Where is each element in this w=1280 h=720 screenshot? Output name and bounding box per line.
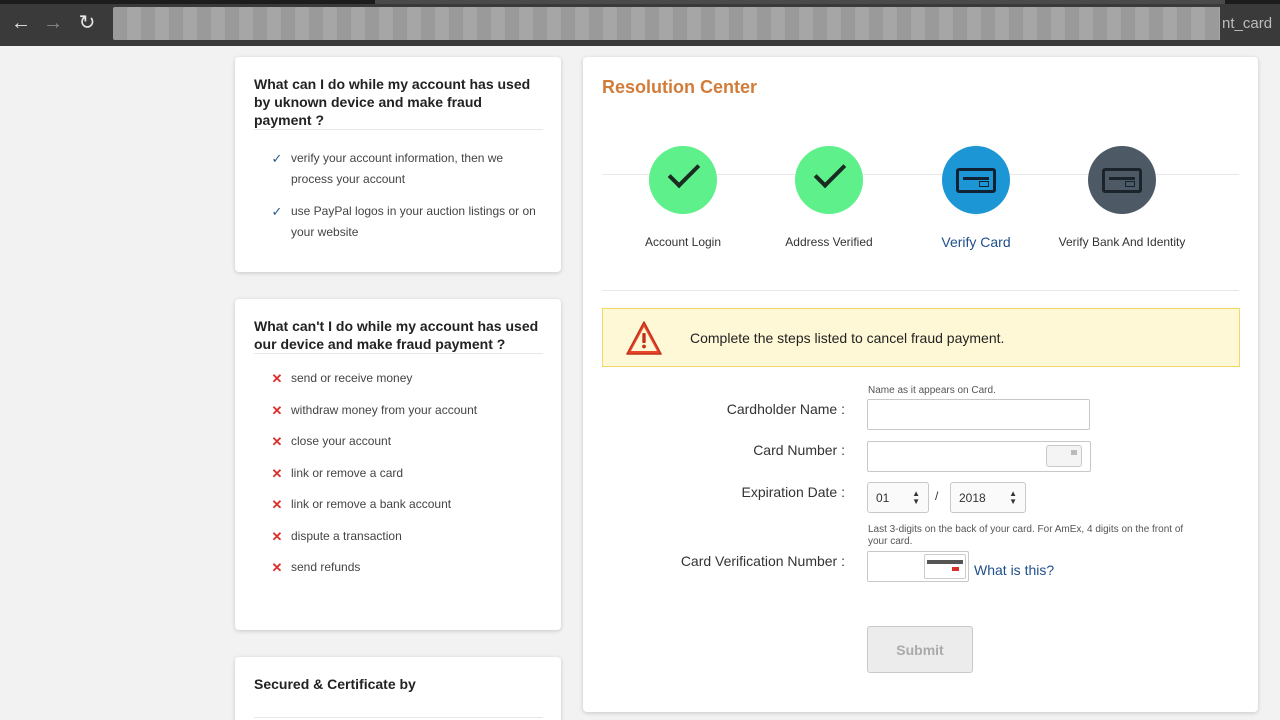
browser-toolbar: ← → ↻ nt_card (0, 0, 1280, 46)
warning-icon (626, 321, 662, 355)
cross-icon: ✕ (271, 560, 283, 575)
exp-year-select[interactable]: 2018 ▲ ▼ (950, 482, 1026, 513)
step-label: Verify Card (941, 234, 1011, 250)
active-tab[interactable] (375, 0, 1225, 4)
forward-arrow-icon[interactable]: → (42, 12, 64, 34)
list-item: ✕ link or remove a bank account (269, 494, 543, 515)
tab-strip (0, 0, 1280, 4)
step-account-login: Account Login (618, 146, 748, 253)
expiration-label: Expiration Date : (741, 484, 846, 500)
list-item: ✓ verify your account information, then w… (269, 148, 543, 190)
secured-title: Secured & Certificate by (254, 676, 416, 692)
list-item: ✓ use PayPal logos in your auction listin… (269, 201, 543, 243)
list-item: ✕ send refunds (269, 557, 543, 578)
reload-icon[interactable]: ↻ (76, 12, 98, 34)
cardholder-name-input[interactable] (867, 399, 1090, 430)
check-icon (667, 155, 701, 189)
step-status-circle (795, 146, 863, 214)
step-label: Verify Bank And Identity (1058, 235, 1186, 249)
cvv-label: Card Verification Number : (680, 553, 845, 569)
submit-button[interactable]: Submit (867, 626, 973, 673)
step-status-circle (1088, 146, 1156, 214)
cross-icon: ✕ (271, 371, 283, 386)
list-item: ✕ send or receive money (269, 368, 543, 389)
warning-alert: Complete the steps listed to cancel frau… (602, 308, 1240, 367)
checkmark-icon: ✓ (271, 204, 283, 219)
select-arrows-icon: ▲ ▼ (912, 489, 920, 506)
what-is-this-link[interactable]: What is this? (974, 562, 1054, 578)
address-bar-url-tail: nt_card (1220, 7, 1280, 40)
cross-icon: ✕ (271, 434, 283, 449)
cross-icon: ✕ (271, 465, 283, 481)
cardholder-label: Cardholder Name : (726, 401, 845, 417)
cross-icon: ✕ (271, 402, 283, 418)
credit-card-icon (1046, 445, 1082, 467)
step-label: Address Verified (785, 235, 873, 249)
resolution-center-panel: Resolution Center Account Login Address … (583, 57, 1258, 712)
cant-do-card: What can't I do while my account has use… (235, 299, 561, 630)
cardholder-hint: Name as it appears on Card. (868, 385, 996, 396)
step-status-circle (649, 146, 717, 214)
check-icon (813, 155, 847, 189)
list-item: ✕ dispute a transaction (269, 526, 543, 547)
step-address-verified: Address Verified (764, 146, 894, 253)
page-title: Resolution Center (602, 77, 758, 97)
cvv-hint: Last 3-digits on the back of your card. … (868, 524, 1184, 547)
divider (254, 353, 543, 354)
step-label: Account Login (644, 235, 722, 249)
cvv-card-icon (924, 554, 966, 579)
divider (254, 717, 543, 718)
list-item: ✕ close your account (269, 431, 543, 452)
bank-card-icon (1102, 168, 1142, 193)
card-number-label: Card Number : (753, 442, 845, 458)
can-do-card: What can I do while my account has used … (235, 57, 561, 272)
checkmark-icon: ✓ (271, 151, 283, 166)
list-item: ✕ link or remove a card (269, 463, 543, 484)
cross-icon: ✕ (271, 528, 283, 544)
step-verify-bank: Verify Bank And Identity (1057, 146, 1187, 253)
divider (602, 290, 1239, 291)
date-separator: / (935, 489, 939, 503)
alert-message: Complete the steps listed to cancel frau… (690, 330, 1005, 346)
cross-icon: ✕ (271, 497, 283, 512)
select-arrows-icon: ▲ ▼ (1009, 489, 1017, 506)
divider (254, 129, 543, 130)
credit-card-icon (956, 168, 996, 193)
can-do-list: ✓ verify your account information, then w… (235, 148, 561, 243)
step-status-circle (942, 146, 1010, 214)
secured-card: Secured & Certificate by (235, 657, 561, 720)
address-bar[interactable]: nt_card (113, 7, 1280, 40)
can-do-title: What can I do while my account has used … (254, 76, 531, 128)
list-item: ✕ withdraw money from your account (269, 400, 543, 421)
exp-month-select[interactable]: 01 ▲ ▼ (867, 482, 929, 513)
cant-do-title: What can't I do while my account has use… (254, 318, 539, 352)
back-arrow-icon[interactable]: ← (10, 12, 32, 34)
step-verify-card: Verify Card (911, 146, 1041, 253)
cant-do-list: ✕ send or receive money ✕ withdraw money f… (235, 368, 561, 578)
